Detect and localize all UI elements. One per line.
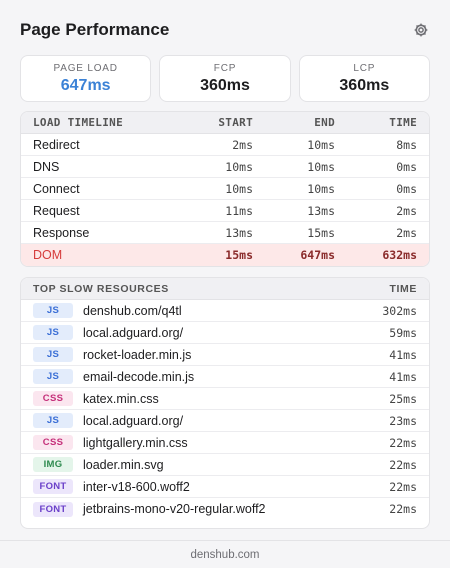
load-timeline-table: LOAD TIMELINE START END TIME Redirect 2ms… (20, 111, 430, 267)
metric-label: LCP (353, 62, 376, 74)
timeline-time: 2ms (396, 225, 417, 240)
timeline-start: 2ms (232, 137, 253, 152)
resource-row[interactable]: JS email-decode.min.js 41ms (21, 366, 429, 388)
column-header-name: LOAD TIMELINE (33, 116, 123, 129)
metric-label: FCP (213, 62, 237, 74)
table-row: Request 11ms 13ms 2ms (21, 200, 429, 222)
resource-type-badge: JS (33, 413, 73, 428)
resource-time: 22ms (389, 435, 417, 450)
timeline-start: 15ms (225, 248, 253, 262)
resource-type-badge: FONT (33, 501, 73, 517)
resource-row[interactable]: FONT jetbrains-mono-v20-regular.woff2 22ms (21, 498, 429, 520)
resource-name: denshub.com/q4tl (83, 303, 182, 318)
timeline-phase: DNS (33, 159, 60, 174)
timeline-start: 13ms (225, 225, 253, 240)
timeline-time: 8ms (396, 137, 417, 152)
column-header-start: START (218, 116, 253, 129)
header: Page Performance (20, 18, 430, 42)
gear-icon[interactable] (412, 21, 430, 39)
resource-type-badge: JS (33, 303, 73, 318)
timeline-phase: Response (33, 225, 90, 240)
timeline-end: 10ms (307, 159, 335, 174)
timeline-time: 0ms (396, 181, 417, 196)
slow-resources-table: TOP SLOW RESOURCES TIME JS denshub.com/q4… (20, 277, 430, 529)
timeline-phase: Redirect (33, 137, 80, 152)
table-row: DNS 10ms 10ms 0ms (21, 156, 429, 178)
resource-name: lightgallery.min.css (83, 435, 188, 450)
table-row: Connect 10ms 10ms 0ms (21, 178, 429, 200)
resource-type-badge: JS (33, 325, 73, 340)
resource-type-badge: CSS (33, 391, 73, 406)
resource-type-badge: IMG (33, 457, 73, 472)
resource-type-badge: JS (33, 347, 73, 362)
resource-name: jetbrains-mono-v20-regular.woff2 (83, 502, 266, 516)
resource-name: inter-v18-600.woff2 (83, 479, 190, 494)
resource-row[interactable]: JS denshub.com/q4tl 302ms (21, 300, 429, 322)
timeline-phase: DOM (33, 248, 63, 262)
resource-time: 25ms (389, 391, 417, 406)
column-header-end: END (314, 116, 335, 129)
metric-value: 360ms (339, 76, 390, 94)
column-header-time: TIME (389, 282, 417, 295)
resource-row[interactable]: FONT inter-v18-600.woff2 22ms (21, 476, 429, 498)
resource-name: local.adguard.org/ (83, 325, 184, 340)
table-row: Redirect 2ms 10ms 8ms (21, 134, 429, 156)
resource-row[interactable]: CSS katex.min.css 25ms (21, 388, 429, 410)
timeline-start: 10ms (225, 159, 253, 174)
resource-name: local.adguard.org/ (83, 413, 184, 428)
resource-name: email-decode.min.js (83, 369, 195, 384)
timeline-start: 11ms (225, 203, 253, 218)
resource-time: 302ms (382, 303, 417, 318)
resource-name: loader.min.svg (83, 457, 164, 472)
timeline-end: 10ms (307, 181, 335, 196)
metric-page-load: PAGE LOAD 647ms (20, 55, 152, 102)
timeline-end: 10ms (307, 137, 335, 152)
resource-row[interactable]: CSS lightgallery.min.css 22ms (21, 432, 429, 454)
timeline-end: 15ms (307, 225, 335, 240)
column-header-name: TOP SLOW RESOURCES (33, 282, 169, 295)
resource-name: katex.min.css (83, 391, 159, 406)
resource-row[interactable]: IMG loader.min.svg 22ms (21, 454, 429, 476)
resource-time: 22ms (389, 502, 417, 516)
resource-row[interactable]: JS local.adguard.org/23ms (21, 410, 429, 432)
column-header-time: TIME (389, 116, 417, 129)
resource-time: 59ms (389, 325, 417, 340)
footer: denshub.com (0, 540, 450, 568)
metric-lcp: LCP 360ms (298, 55, 430, 102)
timeline-time: 0ms (396, 159, 417, 174)
resource-type-badge: CSS (33, 435, 73, 450)
resource-time: 41ms (389, 347, 417, 362)
timeline-start: 10ms (225, 181, 253, 196)
metric-value: 360ms (200, 76, 250, 94)
resource-time: 41ms (389, 369, 417, 384)
metrics-row: PAGE LOAD 647ms FCP 360ms LCP 360ms (20, 55, 430, 102)
metric-value: 647ms (60, 76, 111, 94)
table-header: TOP SLOW RESOURCES TIME (21, 278, 429, 300)
resource-time: 22ms (389, 457, 417, 472)
timeline-time: 2ms (396, 203, 417, 218)
table-row: Response 13ms 15ms 2ms (21, 222, 429, 244)
resource-time: 23ms (389, 413, 417, 428)
page-title: Page Performance (20, 20, 170, 39)
timeline-end: 647ms (300, 248, 335, 262)
resource-name: rocket-loader.min.js (83, 347, 192, 362)
resource-type-badge: FONT (33, 479, 73, 494)
timeline-time: 632ms (382, 248, 417, 262)
table-row: DOM 15ms 647ms 632ms (21, 244, 429, 266)
timeline-end: 13ms (307, 203, 335, 218)
resource-time: 22ms (389, 479, 417, 494)
metric-fcp: FCP 360ms (159, 55, 291, 102)
table-header: LOAD TIMELINE START END TIME (21, 112, 429, 134)
timeline-phase: Request (33, 203, 80, 218)
footer-domain: denshub.com (190, 548, 260, 561)
resource-row[interactable]: JS rocket-loader.min.js 41ms (21, 344, 429, 366)
timeline-phase: Connect (33, 181, 80, 196)
resource-row[interactable]: JS local.adguard.org/59ms (21, 322, 429, 344)
resource-type-badge: JS (33, 369, 73, 384)
metric-label: PAGE LOAD (53, 62, 118, 74)
